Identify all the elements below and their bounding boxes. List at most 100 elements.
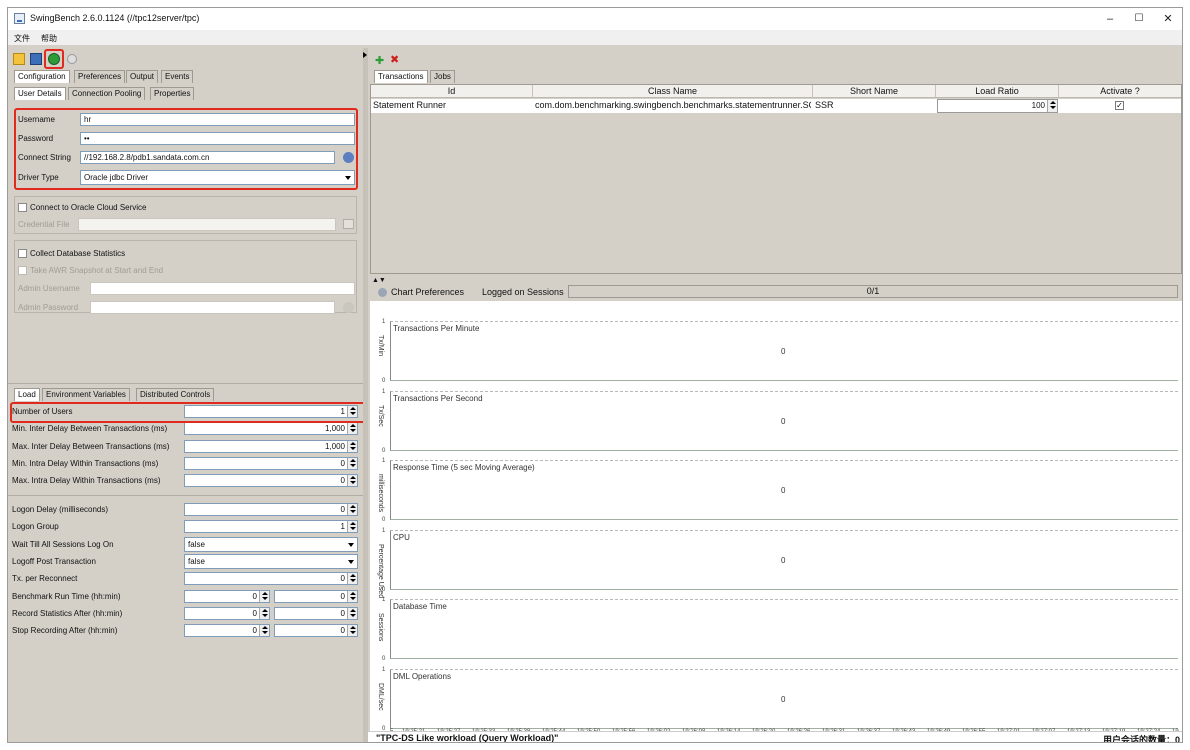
- spinner-icon[interactable]: [347, 573, 357, 585]
- cloud-checkbox[interactable]: [18, 203, 27, 212]
- column-class-name[interactable]: Class Name: [533, 85, 813, 98]
- chart-prefs-icon: [378, 288, 387, 297]
- load-value-select[interactable]: false: [184, 536, 358, 552]
- load-minutes-input[interactable]: 0: [274, 624, 358, 638]
- column-activate[interactable]: Activate ?: [1059, 85, 1181, 98]
- y-tick-max: 1: [382, 319, 386, 325]
- admin-password-label: Admin Password: [18, 303, 79, 312]
- tab-output[interactable]: Output: [126, 70, 159, 83]
- remove-icon[interactable]: ✖: [390, 53, 399, 66]
- admin-username-input[interactable]: [90, 282, 355, 295]
- spinner-icon[interactable]: [347, 521, 357, 533]
- tab-configuration[interactable]: Configuration: [14, 70, 70, 83]
- maximize-button[interactable]: ☐: [1129, 11, 1149, 27]
- load-value-input[interactable]: 0: [184, 456, 358, 470]
- save-icon[interactable]: [30, 53, 42, 65]
- tab-jobs[interactable]: Jobs: [430, 70, 455, 83]
- credential-file-input[interactable]: [78, 218, 336, 231]
- load-label: Wait Till All Sessions Log On: [12, 539, 114, 549]
- main-splitter[interactable]: [363, 48, 368, 742]
- row-activate-checkbox[interactable]: ✓: [1115, 101, 1124, 110]
- chart-ylabel: DML/sec: [377, 682, 384, 711]
- load-hours-input[interactable]: 0: [184, 589, 270, 603]
- admin-help-icon[interactable]: [343, 302, 354, 313]
- menu-file[interactable]: 文件: [14, 33, 30, 44]
- browse-folder-icon[interactable]: [343, 219, 354, 229]
- stop-run-icon[interactable]: [67, 54, 77, 64]
- tab-distributed-controls[interactable]: Distributed Controls: [136, 388, 215, 401]
- load-minutes-input[interactable]: 0: [274, 606, 358, 620]
- status-bar: "TPC-DS Like workload (Query Workload)" …: [368, 731, 1182, 742]
- splitter-arrow-icon[interactable]: [363, 52, 367, 58]
- spinner-icon[interactable]: [347, 457, 357, 469]
- close-button[interactable]: ✕: [1158, 11, 1178, 27]
- tab-properties[interactable]: Properties: [150, 87, 195, 100]
- admin-password-input[interactable]: [90, 301, 335, 314]
- load-value: 0: [252, 608, 257, 618]
- y-tick-max: 1: [382, 666, 386, 673]
- row-load-ratio[interactable]: 100: [937, 99, 1058, 113]
- load-minutes-input[interactable]: 0: [274, 589, 358, 603]
- right-panel: ✚ ✖ Transactions Jobs Id Class Name Shor…: [368, 48, 1182, 742]
- tab-environment-variables[interactable]: Environment Variables: [42, 388, 130, 401]
- spinner-icon[interactable]: [347, 475, 357, 487]
- table-row[interactable]: Statement Runner com.dom.benchmarking.sw…: [371, 99, 1181, 113]
- spinner-icon[interactable]: [259, 590, 269, 602]
- split-divider[interactable]: [8, 383, 363, 384]
- tab-events[interactable]: Events: [161, 70, 194, 83]
- load-value-input[interactable]: 0: [184, 474, 358, 488]
- column-short-name[interactable]: Short Name: [813, 85, 936, 98]
- spinner-icon[interactable]: [259, 607, 269, 619]
- minimize-button[interactable]: –: [1100, 11, 1120, 27]
- menu-help[interactable]: 帮助: [41, 33, 57, 44]
- sessions-progress-bar: 0/1: [568, 285, 1178, 298]
- load-label: Min. Inter Delay Between Transactions (m…: [12, 424, 168, 434]
- spinner-icon[interactable]: [347, 504, 357, 515]
- chart-title: Transactions Per Minute: [393, 324, 480, 333]
- spinner-icon[interactable]: [347, 607, 357, 619]
- tab-preferences[interactable]: Preferences: [74, 70, 126, 83]
- chart-title: CPU: [393, 532, 410, 542]
- chart-ylabel: Sessions: [377, 613, 384, 642]
- load-hours-input[interactable]: 0: [184, 606, 270, 620]
- spinner-icon[interactable]: [259, 625, 269, 637]
- load-value-input[interactable]: 0: [184, 503, 358, 516]
- admin-username-label: Admin Username: [18, 284, 80, 293]
- load-hours-input[interactable]: 0: [184, 624, 270, 638]
- load-ratio-spinner[interactable]: [1047, 100, 1057, 112]
- column-id[interactable]: Id: [371, 85, 533, 98]
- spinner-icon[interactable]: [347, 440, 357, 452]
- collapse-arrows-icon[interactable]: ▲▼: [372, 277, 386, 284]
- load-value-input[interactable]: 1: [184, 520, 358, 534]
- load-label: Logon Delay (milliseconds): [12, 505, 109, 514]
- chart-ylabel: Percentage Used: [377, 543, 384, 598]
- add-icon[interactable]: ✚: [375, 54, 384, 67]
- chart-title: Database Time: [393, 602, 447, 611]
- load-value-input[interactable]: 1,000: [184, 439, 358, 453]
- chart-value: 0: [781, 555, 786, 565]
- tab-transactions[interactable]: Transactions: [374, 70, 428, 83]
- tab-load[interactable]: Load: [14, 388, 40, 401]
- spinner-icon[interactable]: [347, 423, 357, 435]
- chevron-down-icon: [348, 542, 354, 547]
- sessions-progress-value: 0/1: [866, 286, 880, 296]
- row-class-name: com.dom.benchmarking.swingbench.benchmar…: [535, 100, 811, 110]
- collect-stats-checkbox[interactable]: [18, 249, 27, 258]
- logged-on-sessions-label: Logged on Sessions: [482, 287, 564, 297]
- load-value-input[interactable]: 1,000: [184, 422, 358, 436]
- load-value-select[interactable]: false: [184, 553, 358, 569]
- open-folder-icon[interactable]: [13, 53, 25, 65]
- highlight-start-button: [44, 49, 64, 69]
- load-value: 1: [340, 522, 345, 532]
- y-tick-max: 1: [382, 388, 386, 395]
- load-value-input[interactable]: 0: [184, 572, 358, 586]
- spinner-icon[interactable]: [347, 590, 357, 602]
- tab-user-details[interactable]: User Details: [14, 87, 66, 100]
- tab-connection-pooling[interactable]: Connection Pooling: [68, 87, 146, 100]
- awr-checkbox[interactable]: [18, 266, 27, 275]
- column-load-ratio[interactable]: Load Ratio: [936, 85, 1059, 98]
- load-value: false: [188, 539, 205, 549]
- chart-preferences-button[interactable]: Chart Preferences: [391, 287, 464, 297]
- y-tick-max: 1: [382, 527, 386, 534]
- spinner-icon[interactable]: [347, 625, 357, 637]
